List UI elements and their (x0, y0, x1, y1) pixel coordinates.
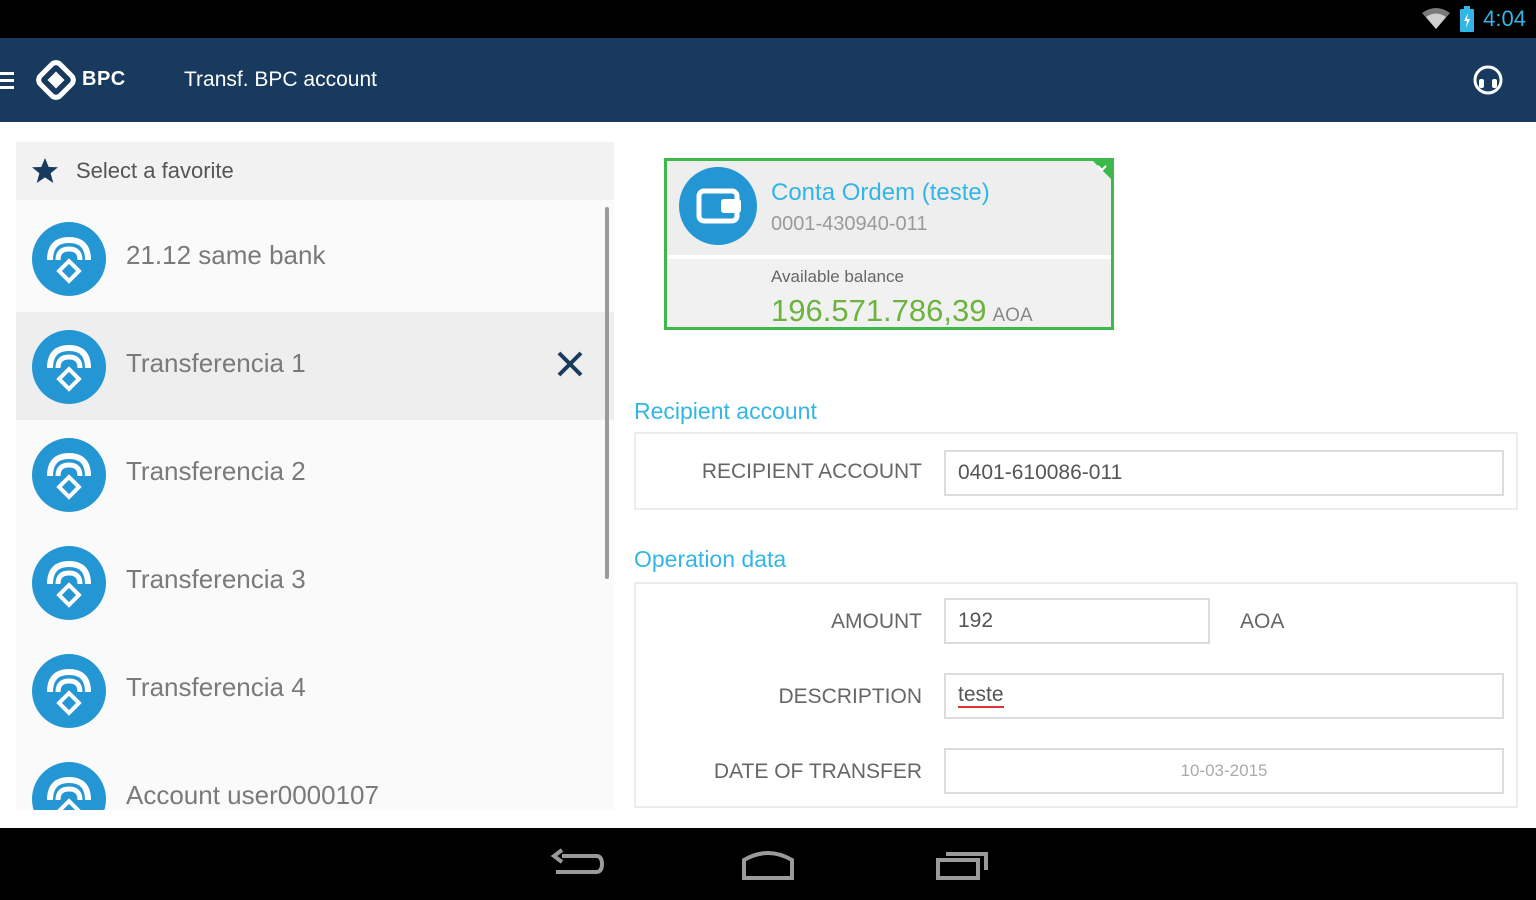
scrollbar[interactable] (605, 207, 609, 579)
status-time: 4:04 (1483, 6, 1526, 31)
account-number: 0001-430940-011 (771, 213, 928, 235)
list-item-label: Transferencia 4 (126, 672, 306, 702)
main-content: Select a favorite 21.12 same bank Transf… (0, 122, 1536, 828)
recipient-account-input[interactable]: 0401-610086-011 (944, 450, 1504, 496)
list-item[interactable]: Transferencia 1 (16, 312, 614, 420)
amount-label: AMOUNT (831, 610, 922, 633)
list-item-label: Transferencia 2 (126, 456, 306, 486)
transfer-icon (32, 762, 106, 810)
wallet-icon (679, 167, 757, 245)
date-label: DATE OF TRANSFER (713, 760, 922, 783)
date-input[interactable]: 10-03-2015 (944, 748, 1504, 794)
list-item[interactable]: Account user0000107 (16, 744, 614, 810)
list-item-label: Account user0000107 (126, 780, 379, 810)
bpc-logo-icon[interactable] (34, 58, 78, 102)
list-item-label: 21.12 same bank (126, 240, 326, 270)
favorites-list: 21.12 same bank Transferencia 1 Transfer… (16, 204, 614, 810)
list-item[interactable]: Transferencia 4 (16, 636, 614, 744)
list-item[interactable]: Transferencia 3 (16, 528, 614, 636)
transfer-icon (32, 330, 106, 404)
balance-value: 196.571.786,39 (771, 293, 987, 328)
logo-text: BPC (82, 68, 126, 90)
amount-input[interactable]: 192 (944, 598, 1210, 644)
support-icon[interactable] (1472, 64, 1504, 96)
favorites-header[interactable]: Select a favorite (16, 142, 614, 200)
recipient-account-label: RECIPIENT ACCOUNT (701, 460, 922, 483)
transfer-icon (32, 438, 106, 512)
account-card[interactable]: Conta Ordem (teste) 0001-430940-011 Avai… (664, 158, 1114, 330)
system-nav-bar (0, 828, 1536, 900)
account-name: Conta Ordem (teste) (771, 179, 990, 206)
home-icon[interactable] (738, 846, 798, 882)
close-icon[interactable] (554, 348, 586, 380)
balance-currency: AOA (992, 305, 1033, 326)
status-bar: 4:04 (0, 0, 1536, 38)
battery-icon (1460, 6, 1475, 32)
transfer-icon (32, 546, 106, 620)
recipient-section-title: Recipient account (634, 398, 817, 424)
description-input[interactable]: teste (944, 673, 1504, 719)
operation-section-title: Operation data (634, 546, 787, 572)
recents-icon[interactable] (932, 846, 992, 882)
transfer-icon (32, 222, 106, 296)
wifi-icon (1422, 8, 1451, 29)
star-icon (32, 158, 58, 183)
status-icons: 4:04 (1421, 5, 1526, 33)
favorites-header-label: Select a favorite (76, 158, 234, 183)
app-bar: BPC Transf. BPC account (0, 38, 1536, 122)
menu-icon[interactable] (0, 70, 16, 90)
page-title: Transf. BPC account (184, 68, 377, 91)
description-value: teste (958, 683, 1004, 708)
description-label: DESCRIPTION (778, 685, 922, 708)
recipient-form: RECIPIENT ACCOUNT 0401-610086-011 (634, 432, 1518, 510)
chevron-down-icon (1097, 165, 1107, 172)
operation-form: AMOUNT 192 AOA DESCRIPTION teste DATE OF… (634, 582, 1518, 808)
back-icon[interactable] (548, 846, 608, 882)
balance: 196.571.786,39 AOA (771, 293, 1033, 329)
list-item[interactable]: Transferencia 2 (16, 420, 614, 528)
transfer-icon (32, 654, 106, 728)
card-divider (667, 255, 1111, 259)
list-item-label: Transferencia 1 (126, 348, 306, 378)
favorites-panel: Select a favorite 21.12 same bank Transf… (16, 142, 614, 810)
balance-label: Available balance (771, 267, 904, 286)
account-card-header: Conta Ordem (teste) 0001-430940-011 (667, 161, 1111, 255)
list-item[interactable]: 21.12 same bank (16, 204, 614, 312)
amount-currency: AOA (1240, 610, 1285, 633)
list-item-label: Transferencia 3 (126, 564, 306, 594)
